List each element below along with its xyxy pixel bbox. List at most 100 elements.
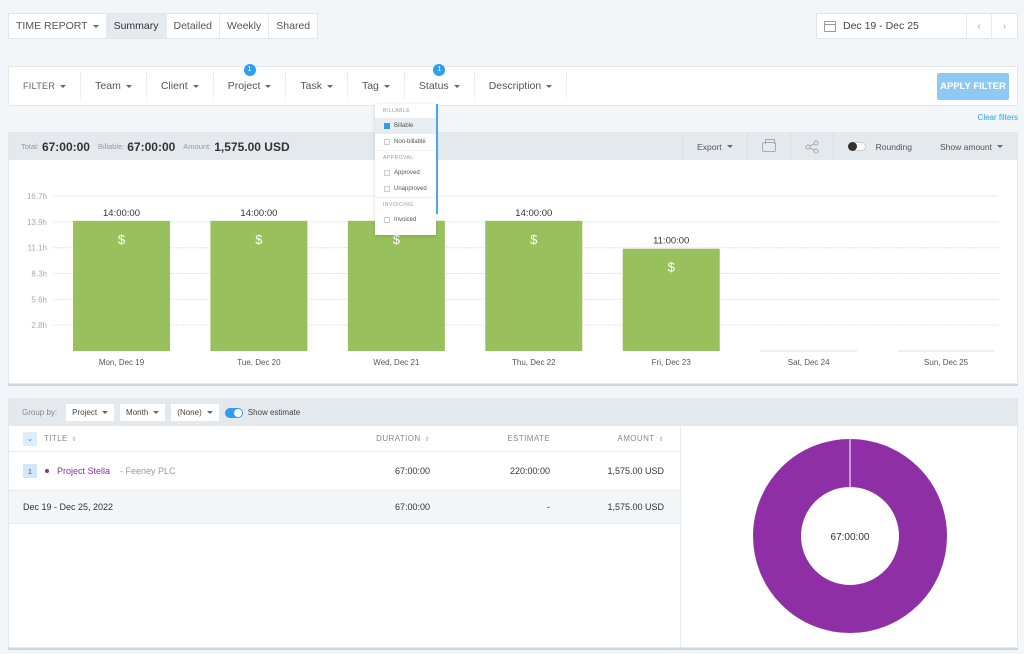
dollar-icon: $ [118, 232, 126, 247]
export-dropdown[interactable]: Export [682, 133, 747, 160]
filter-tag[interactable]: Tag [348, 72, 405, 100]
table-header: ⌄ TITLE ⇕ DURATION ⇕ ESTIMATE AMOUNT ⇕ [9, 426, 680, 452]
option-label: Non-billable [394, 139, 426, 145]
filter-bar: FILTER Team Client 1 Project Task Tag 1 St… [8, 64, 1018, 106]
billable-heading: BILLABLE [383, 108, 411, 114]
table-row[interactable]: 1 Project Stella - Feeney PLC 67:00:00 2… [9, 452, 680, 491]
total-row: Dec 19 - Dec 25, 2022 67:00:00 - 1,575.0… [9, 491, 680, 524]
group-by-bar: Group by: Project Month (None) Show esti… [9, 399, 1017, 426]
checkbox-icon[interactable] [384, 217, 390, 223]
filter-team[interactable]: Team [81, 72, 147, 100]
option-non-billable[interactable]: Non-billable [375, 134, 436, 150]
filter-task[interactable]: Task [286, 72, 348, 100]
time-report-dropdown[interactable]: TIME REPORT [9, 14, 107, 38]
next-week-button[interactable]: › [992, 14, 1017, 38]
export-label: Export [697, 141, 722, 152]
checkbox-icon[interactable] [384, 139, 390, 145]
caret-down-icon [453, 84, 460, 88]
prev-week-button[interactable]: ‹ [967, 14, 992, 38]
filter-project[interactable]: 1 Project [214, 64, 287, 100]
total-value: 67:00:00 [41, 139, 90, 154]
show-estimate-label: Show estimate [247, 408, 301, 417]
filter-task-label: Task [300, 80, 322, 92]
caret-down-icon [726, 145, 733, 148]
date-range-button[interactable]: Dec 19 - Dec 25 [817, 14, 967, 38]
apply-filter-button[interactable]: APPLY FILTER [937, 73, 1009, 100]
rounding-toggle[interactable]: Rounding [832, 133, 926, 160]
duration-header[interactable]: DURATION ⇕ [376, 434, 430, 443]
time-report-label: TIME REPORT [16, 20, 88, 32]
clear-filters-link[interactable]: Clear filters [978, 113, 1018, 122]
y-tick-label: 8.3h [31, 270, 47, 279]
option-label: Billable [394, 123, 414, 129]
show-estimate-toggle[interactable] [224, 407, 243, 418]
amount-value: 1,575.00 USD [214, 139, 290, 154]
row-duration: 67:00:00 [394, 466, 430, 476]
caret-down-icon [326, 84, 333, 88]
donut-chart: 67:00:00 [681, 426, 1018, 648]
header-label: AMOUNT [617, 434, 655, 443]
select-value: (None) [177, 408, 202, 417]
share-button[interactable] [789, 133, 833, 160]
filter-description[interactable]: Description [475, 72, 568, 100]
option-billable[interactable]: Billable [375, 118, 436, 134]
tab-summary[interactable]: Summary [106, 14, 167, 38]
donut-center-label: 67:00:00 [831, 532, 870, 543]
option-unapproved[interactable]: Unapproved [375, 181, 436, 197]
project-name[interactable]: Project Stella [57, 466, 110, 476]
group-by-select-3[interactable]: (None) [171, 404, 219, 421]
sort-icon: ⇕ [424, 437, 430, 443]
dollar-icon: $ [530, 232, 538, 247]
report-tabs: TIME REPORT Summary Detailed Weekly Shar… [8, 13, 319, 39]
bar-data-label: 11:00:00 [653, 236, 689, 247]
caret-down-icon [383, 84, 390, 88]
filter-tag-label: Tag [361, 80, 379, 92]
select-value: Month [126, 408, 149, 417]
group-by-select-1[interactable]: Project [66, 404, 115, 421]
option-label: Invoiced [394, 217, 417, 223]
filter-count-badge: 1 [243, 64, 256, 76]
total-duration: 67:00:00 [394, 502, 430, 512]
option-label: Unapproved [394, 186, 427, 192]
checkbox-checked-icon[interactable] [384, 123, 390, 129]
option-label: Approved [394, 170, 420, 176]
totals-bar: Total: 67:00:00 Billable: 67:00:00 Amoun… [9, 133, 1017, 160]
rounding-switch[interactable] [847, 142, 866, 151]
title-header[interactable]: TITLE ⇕ [44, 434, 77, 443]
checkbox-icon[interactable] [384, 186, 390, 192]
client-name: - Feeney PLC [120, 466, 176, 476]
checkbox-icon[interactable] [384, 170, 390, 176]
x-tick-label: Mon, Dec 19 [99, 358, 145, 367]
filter-dropdown[interactable]: FILTER [9, 72, 82, 100]
donut-chart-svg: 67:00:00 [753, 439, 947, 633]
total-label: Total: [21, 142, 39, 151]
caret-down-icon [125, 84, 132, 88]
option-invoiced[interactable]: Invoiced [375, 212, 436, 228]
filter-status-label: Status [418, 80, 449, 92]
status-dropdown-menu: BILLABLE Billable Non-billable APPROVAL … [375, 104, 438, 235]
show-amount-dropdown[interactable]: Show amount [926, 133, 1017, 160]
breakdown-table: ⌄ TITLE ⇕ DURATION ⇕ ESTIMATE AMOUNT ⇕ 1 Pr… [9, 426, 681, 648]
y-tick-label: 2.8h [31, 321, 47, 330]
share-icon [805, 140, 819, 153]
dollar-icon: $ [255, 232, 263, 247]
caret-down-icon [192, 84, 199, 88]
tab-weekly[interactable]: Weekly [220, 14, 270, 38]
filter-client-label: Client [160, 80, 188, 92]
amount-label: Amount: [183, 142, 212, 151]
print-button[interactable] [746, 133, 790, 160]
filter-team-label: Team [95, 80, 121, 92]
y-tick-label: 16.7h [27, 192, 47, 201]
option-approved[interactable]: Approved [375, 165, 436, 181]
bar-data-label: 14:00:00 [240, 208, 277, 219]
filter-client[interactable]: Client [147, 72, 214, 100]
filter-status[interactable]: 1 Status [405, 64, 475, 100]
bar-chart: 2.8h 5.6h 8.3h 11.1h 13.9h 16.7h 14:00:00 $ Mon,… [9, 160, 1019, 384]
tab-detailed[interactable]: Detailed [167, 14, 221, 38]
sort-icon: ⇕ [658, 437, 664, 443]
summary-chart-card: Total: 67:00:00 Billable: 67:00:00 Amoun… [8, 132, 1018, 384]
expand-all-button[interactable]: ⌄ [23, 431, 37, 446]
amount-header[interactable]: AMOUNT ⇕ [617, 434, 664, 443]
group-by-select-2[interactable]: Month [120, 404, 166, 421]
tab-shared[interactable]: Shared [269, 14, 317, 38]
